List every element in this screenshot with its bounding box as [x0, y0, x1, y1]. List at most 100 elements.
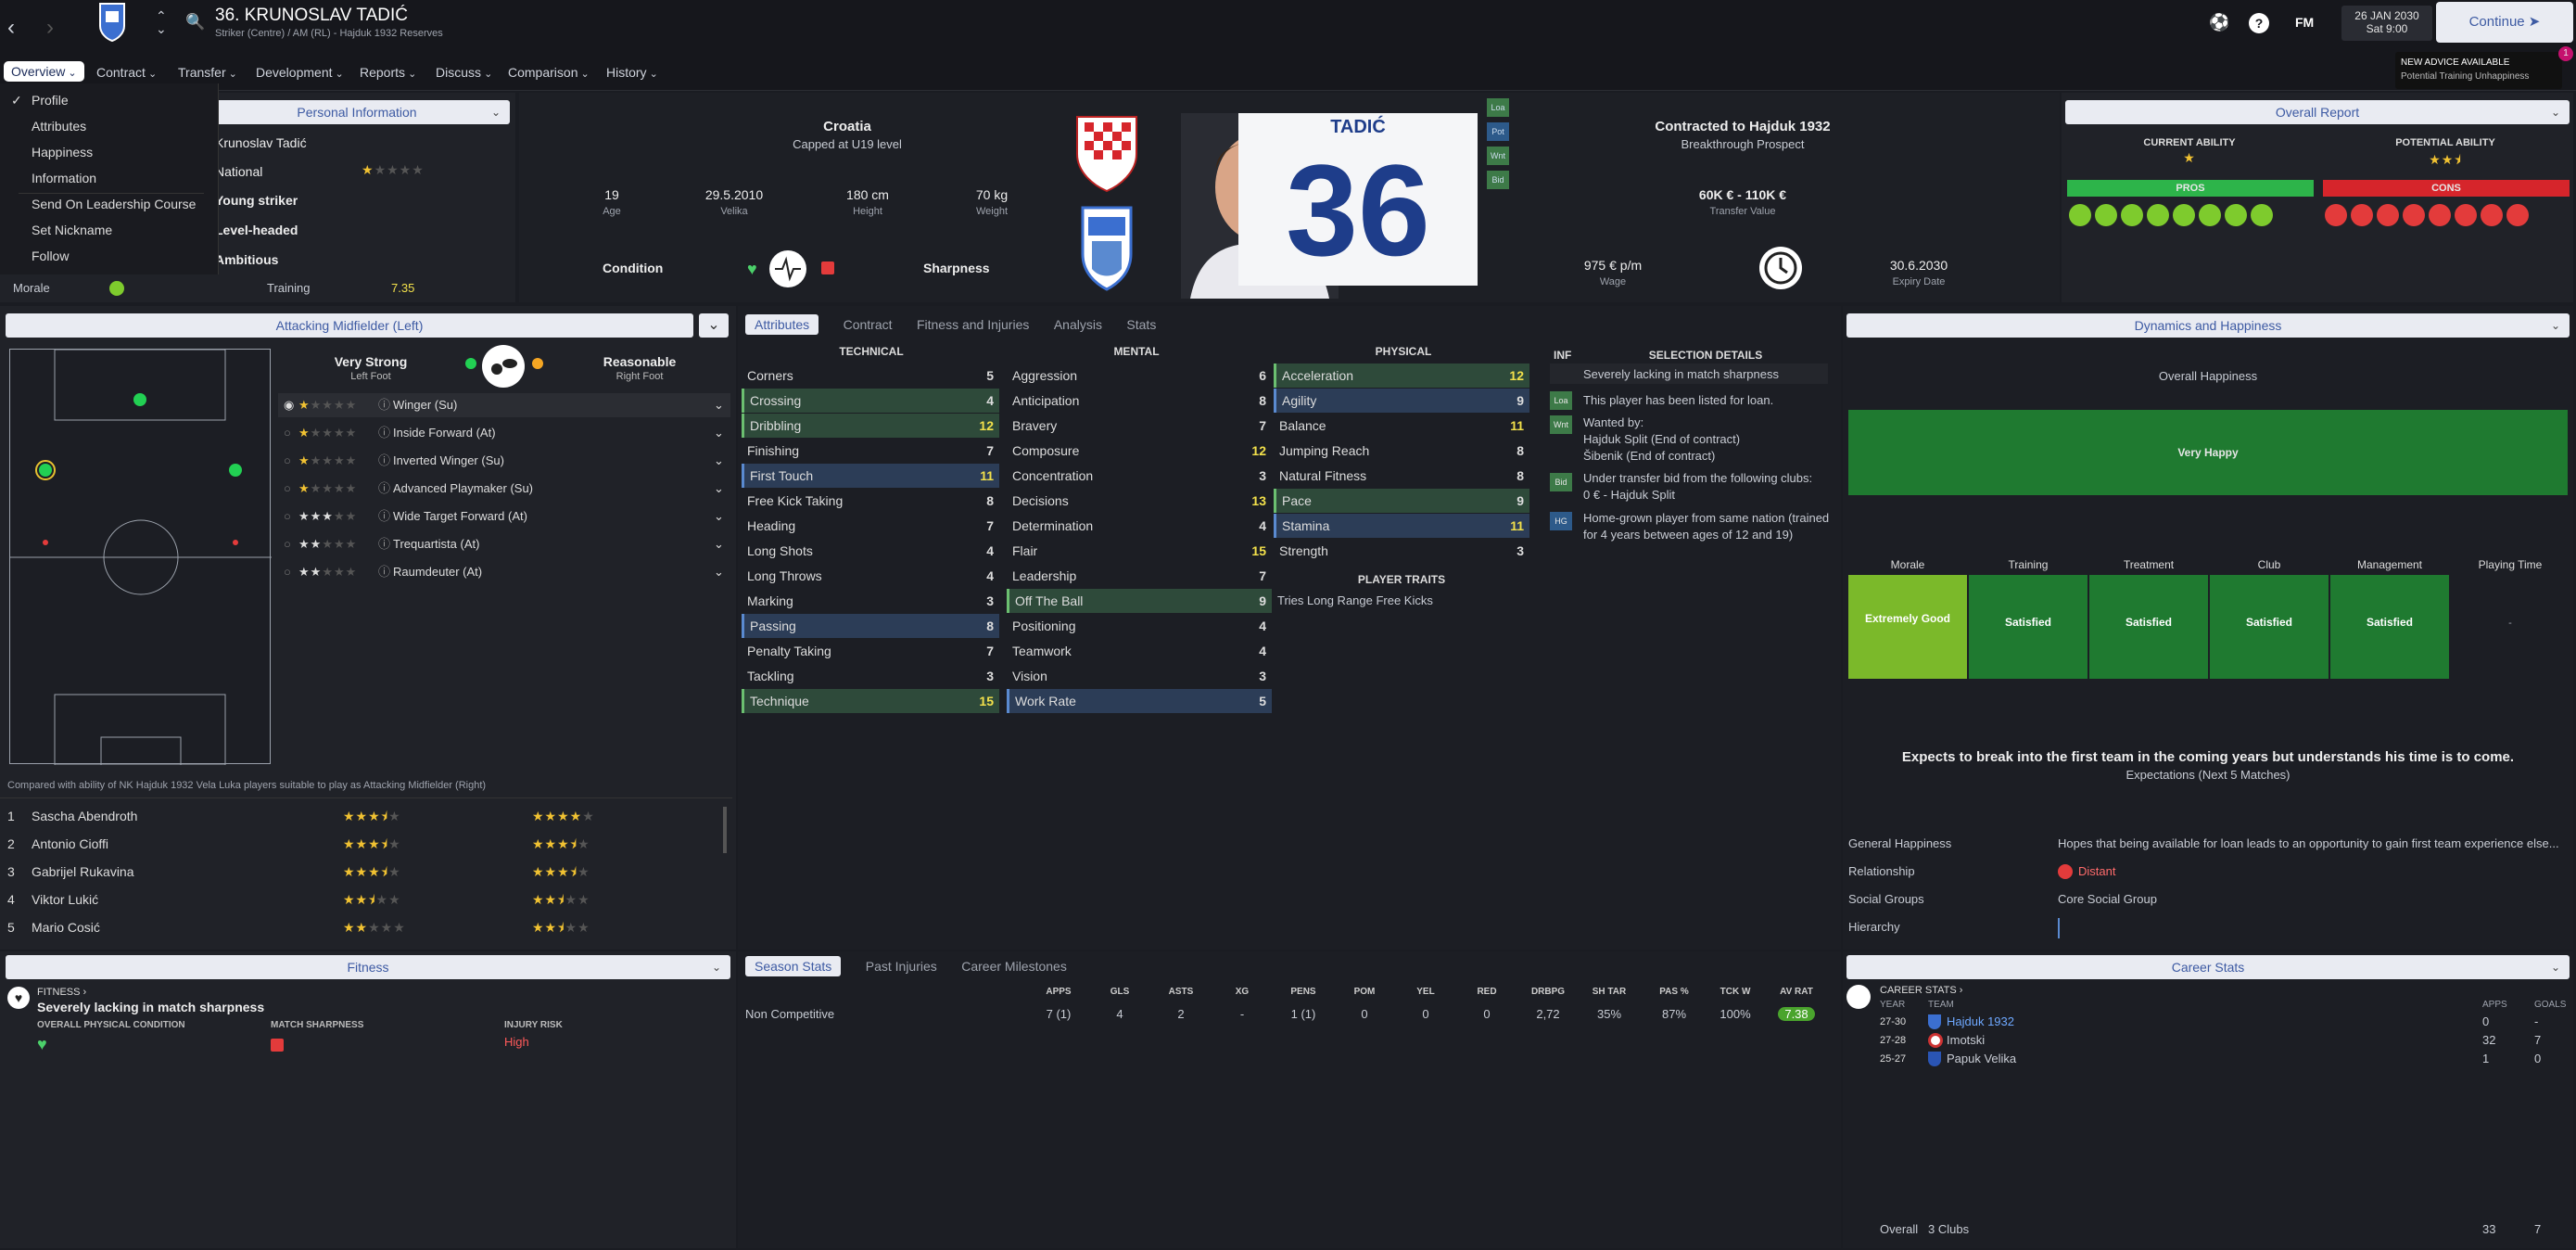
role-row-raumdeuter[interactable]: ○ ★★★★★ ⓘ Raumdeuter (At) ⌄ — [278, 560, 730, 584]
happiness-training-box[interactable]: Satisfied — [1969, 575, 2087, 679]
role-row-winger[interactable]: ◉ ★★★★★ ⓘ Winger (Su) ⌄ — [278, 393, 730, 417]
radio-icon[interactable]: ○ — [284, 477, 291, 501]
attribute-row[interactable]: Aggression 6 — [1007, 364, 1272, 388]
menu-reports[interactable]: Reports — [360, 65, 416, 80]
attribute-row[interactable]: Jumping Reach 8 — [1274, 439, 1529, 463]
happiness-treatment-box[interactable]: Satisfied — [2089, 575, 2208, 679]
role-row-inside-forward[interactable]: ○ ★★★★★ ⓘ Inside Forward (At) ⌄ — [278, 421, 730, 445]
attribute-row[interactable]: Acceleration 12 — [1274, 364, 1529, 388]
attribute-row[interactable]: Long Shots 4 — [742, 539, 999, 563]
season-stats-header[interactable]: GLS — [1092, 987, 1148, 997]
date-display[interactable]: 26 JAN 2030 Sat 9:00 — [2341, 6, 2432, 41]
season-stats-header[interactable]: PAS % — [1646, 987, 1702, 997]
chevron-down-icon[interactable]: ⌄ — [714, 532, 724, 556]
season-stats-header[interactable]: YEL — [1398, 987, 1453, 997]
season-stats-header[interactable]: RED — [1459, 987, 1515, 997]
dropdown-profile[interactable]: Profile — [32, 93, 69, 108]
role-row-inverted-winger[interactable]: ○ ★★★★★ ⓘ Inverted Winger (Su) ⌄ — [278, 449, 730, 473]
attribute-row[interactable]: Crossing 4 — [742, 389, 999, 413]
attribute-row[interactable]: Flair 15 — [1007, 539, 1272, 563]
compare-row[interactable]: 3 Gabrijel Rukavina ★★★⯨★ ★★★⯨★ — [7, 858, 721, 886]
season-stats-header[interactable]: POM — [1337, 987, 1392, 997]
position-header[interactable]: Attacking Midfielder (Left) — [6, 313, 693, 338]
back-icon[interactable]: ‹ — [7, 15, 15, 41]
search-icon[interactable]: 🔍 — [185, 13, 205, 32]
club-badge-icon[interactable] — [98, 2, 126, 43]
season-stats-header[interactable]: APPS — [1031, 987, 1086, 997]
attribute-row[interactable]: Marking 3 — [742, 589, 999, 613]
dropdown-leadership-course[interactable]: Send On Leadership Course — [32, 197, 196, 211]
overall-report-header[interactable]: Overall Report ⌄ — [2065, 100, 2570, 124]
tab-contract[interactable]: Contract — [844, 317, 893, 332]
dropdown-information[interactable]: Information — [32, 171, 96, 185]
compare-scrollbar[interactable] — [723, 807, 727, 853]
chevron-down-icon[interactable]: ⌄ — [714, 560, 724, 584]
radio-icon[interactable]: ○ — [284, 449, 291, 473]
menu-comparison[interactable]: Comparison — [508, 65, 590, 80]
chevron-down-icon[interactable]: ⌄ — [714, 477, 724, 501]
fitness-link[interactable]: FITNESS › — [37, 987, 86, 998]
tab-analysis[interactable]: Analysis — [1054, 317, 1102, 332]
career-row-team[interactable]: Papuk Velika — [1947, 1052, 2016, 1065]
info-icon[interactable]: ⓘ — [378, 421, 390, 445]
radio-icon[interactable]: ○ — [284, 421, 291, 445]
attribute-row[interactable]: Work Rate 5 — [1007, 689, 1272, 713]
career-stats-link[interactable]: CAREER STATS › — [1880, 985, 1962, 996]
compare-row[interactable]: 4 Viktor Lukić ★★⯨★★ ★★⯨★★ — [7, 886, 721, 913]
compare-row[interactable]: 1 Sascha Abendroth ★★★⯨★ ★★★★★ — [7, 802, 721, 830]
help-icon[interactable]: ? — [2249, 13, 2269, 33]
dynamics-header[interactable]: Dynamics and Happiness ⌄ — [1846, 313, 2570, 338]
attribute-row[interactable]: Composure 12 — [1007, 439, 1272, 463]
chevron-down-icon[interactable]: ⌄ — [714, 421, 724, 445]
radio-icon[interactable]: ○ — [284, 532, 291, 556]
tab-stats[interactable]: Stats — [1126, 317, 1156, 332]
attribute-row[interactable]: Heading 7 — [742, 514, 999, 538]
attribute-row[interactable]: Passing 8 — [742, 614, 999, 638]
menu-contract[interactable]: Contract — [96, 65, 157, 80]
attribute-row[interactable]: Anticipation 8 — [1007, 389, 1272, 413]
forward-icon[interactable]: › — [46, 15, 54, 41]
attribute-row[interactable]: Technique 15 — [742, 689, 999, 713]
happiness-club-box[interactable]: Satisfied — [2210, 575, 2329, 679]
advice-notification[interactable]: NEW ADVICE AVAILABLE Potential Training … — [2395, 52, 2562, 89]
season-stats-header[interactable]: SH TAR — [1581, 987, 1637, 997]
prev-next-arrows-icon[interactable]: ⌃ ⌄ — [156, 9, 167, 35]
attribute-row[interactable]: Penalty Taking 7 — [742, 639, 999, 663]
season-stats-header[interactable]: DRBPG — [1520, 987, 1576, 997]
attribute-row[interactable]: Long Throws 4 — [742, 564, 999, 588]
attribute-row[interactable]: Off The Ball 9 — [1007, 589, 1272, 613]
chevron-down-icon[interactable]: ⌄ — [714, 504, 724, 529]
info-icon[interactable]: ⓘ — [378, 504, 390, 529]
season-stats-header[interactable]: XG — [1214, 987, 1270, 997]
tab-fitness-injuries[interactable]: Fitness and Injuries — [917, 317, 1029, 332]
attribute-row[interactable]: Tackling 3 — [742, 664, 999, 688]
personal-info-header[interactable]: Personal Information ⌄ — [204, 100, 510, 124]
dropdown-set-nickname[interactable]: Set Nickname — [32, 223, 112, 237]
dropdown-happiness[interactable]: Happiness — [32, 145, 93, 159]
attribute-row[interactable]: Leadership 7 — [1007, 564, 1272, 588]
info-icon[interactable]: ⓘ — [378, 532, 390, 556]
role-row-wide-target-forward[interactable]: ○ ★★★★★ ⓘ Wide Target Forward (At) ⌄ — [278, 504, 730, 529]
attribute-row[interactable]: Concentration 3 — [1007, 464, 1272, 488]
happiness-management-box[interactable]: Satisfied — [2330, 575, 2449, 679]
fitness-header[interactable]: Fitness ⌄ — [6, 955, 730, 979]
tab-season-stats[interactable]: Season Stats — [745, 956, 842, 976]
season-stats-header[interactable]: TCK W — [1707, 987, 1763, 997]
menu-discuss[interactable]: Discuss — [436, 65, 492, 80]
attribute-row[interactable]: Natural Fitness 8 — [1274, 464, 1529, 488]
season-stats-header[interactable]: ASTS — [1153, 987, 1209, 997]
info-icon[interactable]: ⓘ — [378, 477, 390, 501]
attribute-row[interactable]: Free Kick Taking 8 — [742, 489, 999, 513]
info-icon[interactable]: ⓘ — [378, 449, 390, 473]
menu-history[interactable]: History — [606, 65, 658, 80]
menu-overview[interactable]: Overview — [4, 61, 84, 82]
role-row-trequartista[interactable]: ○ ★★★★★ ⓘ Trequartista (At) ⌄ — [278, 532, 730, 556]
attribute-row[interactable]: Vision 3 — [1007, 664, 1272, 688]
info-icon[interactable]: ⓘ — [378, 560, 390, 584]
attribute-row[interactable]: Balance 11 — [1274, 414, 1529, 438]
role-row-advanced-playmaker[interactable]: ○ ★★★★★ ⓘ Advanced Playmaker (Su) ⌄ — [278, 477, 730, 501]
compare-row[interactable]: 2 Antonio Cioffi ★★★⯨★ ★★★⯨★ — [7, 830, 721, 858]
attribute-row[interactable]: Determination 4 — [1007, 514, 1272, 538]
menu-transfer[interactable]: Transfer — [178, 65, 237, 80]
season-stats-header[interactable]: AV RAT — [1769, 987, 1824, 997]
